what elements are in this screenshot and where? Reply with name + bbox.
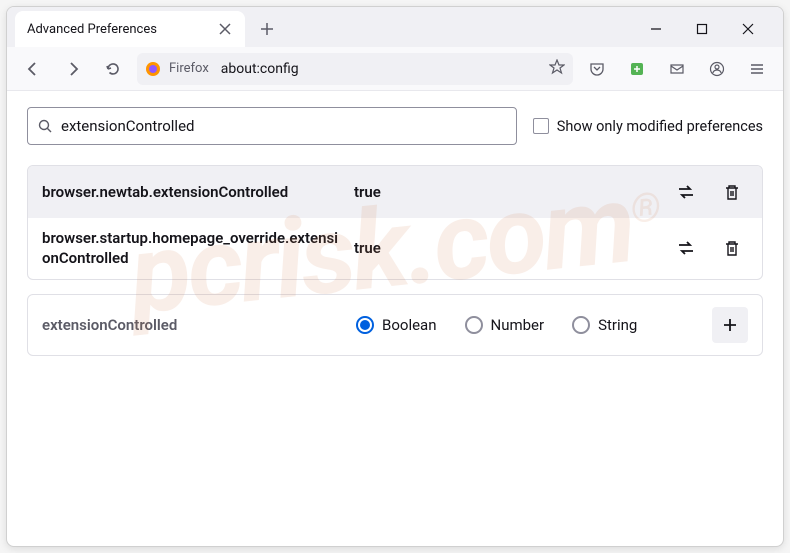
radio-boolean[interactable]: Boolean (356, 316, 437, 334)
radio-label: Boolean (382, 316, 437, 334)
tab-title: Advanced Preferences (27, 22, 217, 37)
pref-row: browser.startup.homepage_override.extens… (28, 218, 762, 279)
pref-value: true (354, 183, 658, 201)
search-input[interactable] (61, 117, 506, 135)
pref-name: browser.newtab.extensionControlled (42, 182, 342, 202)
pref-row: browser.newtab.extensionControlled true (28, 166, 762, 218)
add-button[interactable] (712, 307, 748, 343)
address-url: about:config (221, 61, 299, 77)
content-area: Show only modified preferences browser.n… (7, 91, 783, 372)
search-row: Show only modified preferences (27, 107, 763, 145)
new-tab-button[interactable] (251, 13, 283, 45)
radio-label: Number (491, 316, 545, 334)
account-icon[interactable] (701, 53, 733, 85)
back-button[interactable] (17, 53, 49, 85)
radio-label: String (598, 316, 637, 334)
close-window-button[interactable] (733, 14, 763, 44)
address-label: Firefox (169, 61, 209, 76)
add-pref-name: extensionControlled (42, 316, 342, 334)
extension-icon[interactable] (621, 53, 653, 85)
nav-bar: Firefox about:config (7, 47, 783, 91)
radio-number[interactable]: Number (465, 316, 545, 334)
add-preference-row: extensionControlled Boolean Number Strin… (27, 294, 763, 356)
type-radio-group: Boolean Number String (356, 316, 698, 334)
tab-bar: Advanced Preferences (7, 7, 783, 47)
mail-icon[interactable] (661, 53, 693, 85)
address-bar[interactable]: Firefox about:config (137, 53, 573, 85)
radio-icon (356, 316, 374, 334)
toggle-button[interactable] (670, 232, 702, 264)
maximize-button[interactable] (687, 14, 717, 44)
minimize-button[interactable] (641, 14, 671, 44)
window-controls (641, 14, 775, 44)
checkbox-label: Show only modified preferences (557, 118, 763, 135)
toggle-button[interactable] (670, 176, 702, 208)
checkbox-icon (533, 118, 549, 134)
forward-button[interactable] (57, 53, 89, 85)
bookmark-star-icon[interactable] (549, 59, 565, 79)
delete-button[interactable] (716, 176, 748, 208)
modified-only-checkbox[interactable]: Show only modified preferences (533, 118, 763, 135)
delete-button[interactable] (716, 232, 748, 264)
close-tab-icon[interactable] (217, 21, 233, 37)
radio-string[interactable]: String (572, 316, 637, 334)
reload-button[interactable] (97, 53, 129, 85)
radio-icon (572, 316, 590, 334)
firefox-icon (145, 61, 161, 77)
menu-button[interactable] (741, 53, 773, 85)
search-icon (38, 119, 53, 134)
pref-value: true (354, 239, 658, 257)
radio-icon (465, 316, 483, 334)
pref-name: browser.startup.homepage_override.extens… (42, 228, 342, 269)
browser-tab[interactable]: Advanced Preferences (15, 11, 245, 47)
search-box[interactable] (27, 107, 517, 145)
preferences-list: browser.newtab.extensionControlled true … (27, 165, 763, 280)
pocket-icon[interactable] (581, 53, 613, 85)
